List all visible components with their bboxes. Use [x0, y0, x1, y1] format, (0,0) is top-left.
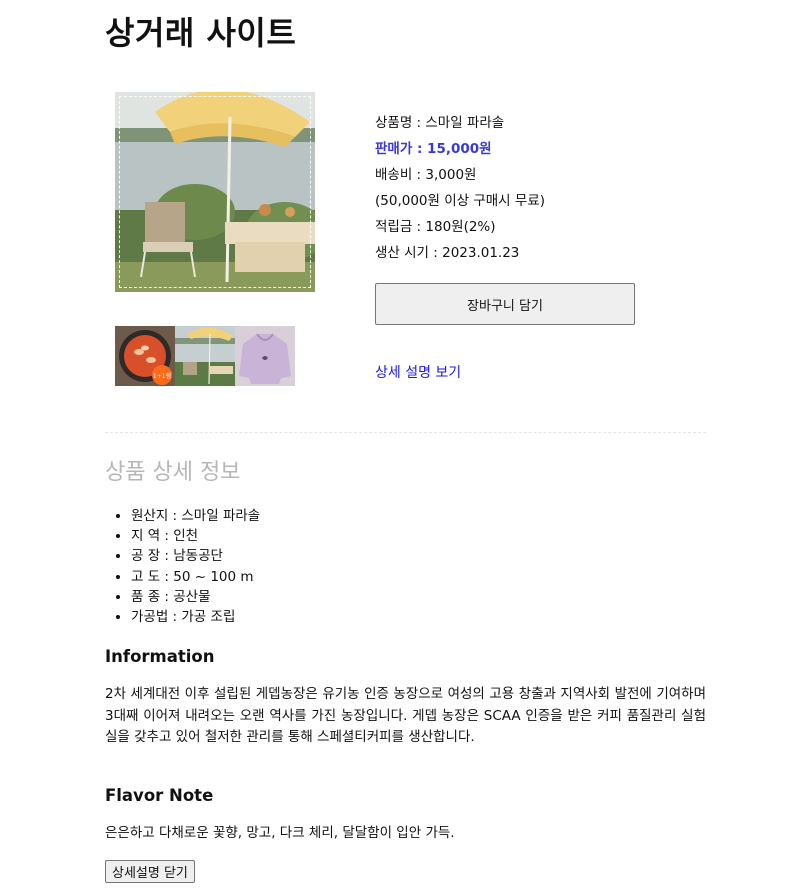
thumbnail-tteokbokki[interactable]: 1+1행 [115, 326, 175, 386]
product-price: 판매가 : 15,000원 [375, 141, 492, 157]
spec-item: 품 종 : 공산물 [131, 587, 260, 607]
thumbnail-badge: 1+1행 [153, 372, 171, 380]
product-info: 상품명 : 스마일 파라솔 판매가 : 15,000원 배송비 : 3,000원… [375, 110, 695, 266]
detail-section-title: 상품 상세 정보 [105, 460, 241, 485]
thumbnail-strip: 1+1행 [115, 326, 295, 386]
information-heading: Information [105, 647, 215, 666]
shipping-fee: 배송비 : 3,000원 [375, 167, 477, 183]
thumbnail-parasol[interactable] [175, 326, 235, 386]
hoodie-photo [235, 326, 295, 386]
spec-item: 원산지 : 스마일 파라솔 [131, 506, 260, 526]
thumbnail-hoodie[interactable] [235, 326, 295, 386]
close-details-button[interactable]: 상세설명 닫기 [105, 860, 195, 883]
site-title: 상거래 사이트 [105, 14, 297, 52]
main-product-image [115, 92, 315, 292]
flavor-note-heading: Flavor Note [105, 786, 214, 805]
production-date: 생산 시기 : 2023.01.23 [375, 245, 520, 261]
shipping-note: (50,000원 이상 구매시 무료) [375, 193, 546, 209]
flavor-note-text: 은은하고 다채로운 꽃향, 망고, 다크 체리, 달달함이 입안 가득. [105, 825, 455, 841]
spec-item: 지 역 : 인천 [131, 526, 260, 546]
spec-item: 가공법 : 가공 조립 [131, 607, 260, 627]
information-text: 2차 세계대전 이후 설립된 게뎁농장은 유기농 인증 농장으로 여성의 고용 … [105, 686, 706, 745]
parasol-photo [175, 326, 235, 386]
show-details-link[interactable]: 상세 설명 보기 [375, 362, 461, 382]
add-to-cart-button[interactable]: 장바구니 담기 [375, 283, 635, 325]
spec-list: 원산지 : 스마일 파라솔 지 역 : 인천 공 장 : 남동공단 고 도 : … [105, 506, 260, 627]
reward-points: 적립금 : 180원(2%) [375, 219, 496, 235]
product-name: 상품명 : 스마일 파라솔 [375, 115, 505, 131]
spec-item: 고 도 : 50 ~ 100 m [131, 567, 260, 587]
section-divider [105, 432, 706, 433]
spec-item: 공 장 : 남동공단 [131, 546, 260, 566]
parasol-photo [115, 92, 315, 292]
tteokbokki-photo: 1+1행 [115, 326, 175, 386]
